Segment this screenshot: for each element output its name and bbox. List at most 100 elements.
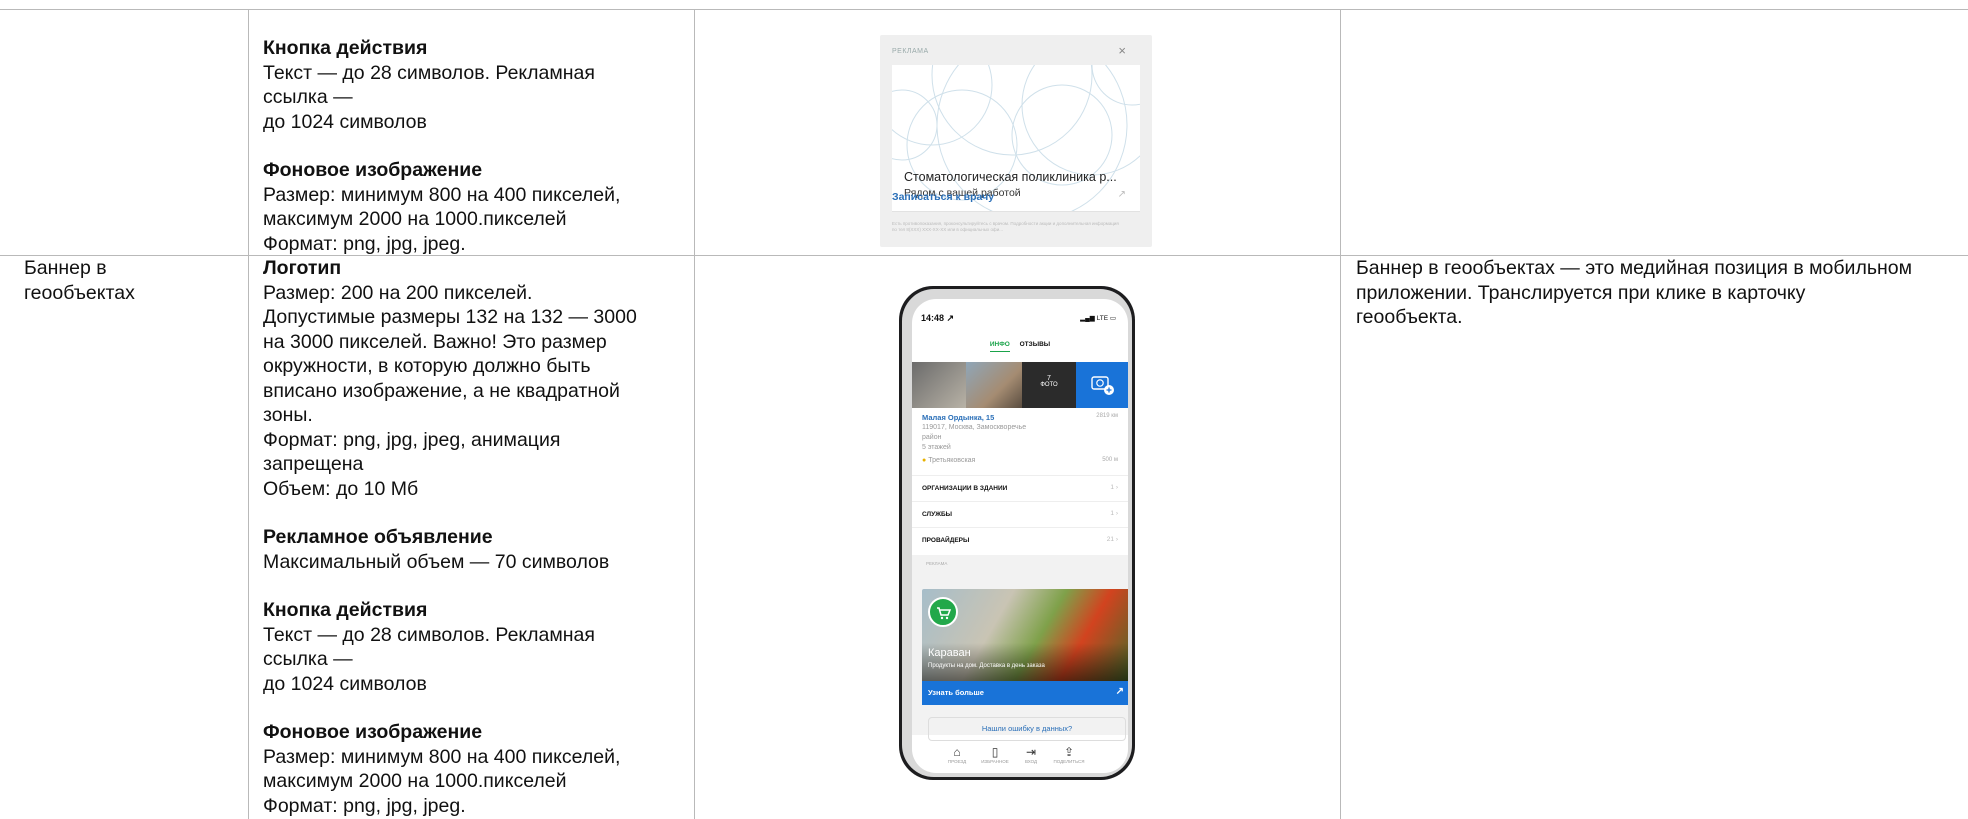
tab-info[interactable]: ИНФО xyxy=(989,341,1010,352)
spec-line: Размер: минимум 800 на 400 пикселей, xyxy=(263,183,621,206)
photo-label: ФОТО xyxy=(1040,382,1058,388)
spec-line: на 3000 пикселей. Важно! Это размер xyxy=(263,330,607,353)
grid-top-line xyxy=(0,9,1968,10)
row-count: 1 › xyxy=(1110,484,1118,491)
building-photo[interactable] xyxy=(966,362,1022,408)
metro-name: Третьяковская xyxy=(928,457,976,464)
status-time: 14:48 ↗ xyxy=(921,313,955,323)
row1-specs: Кнопка действия Текст — до 28 символов. … xyxy=(263,36,683,256)
photo-count-tile[interactable]: 7 ФОТО xyxy=(1022,362,1076,408)
ad-label: РЕКЛАМА xyxy=(892,48,929,55)
row-name-line: геообъектах xyxy=(24,281,135,304)
camera-plus-icon xyxy=(1091,376,1114,395)
spec-line: Максимальный объем — 70 символов xyxy=(263,550,610,573)
external-link-icon: ↗ xyxy=(1117,189,1126,200)
close-icon[interactable]: × xyxy=(1118,43,1126,58)
grid-col-3 xyxy=(1340,9,1341,819)
metro-station: ● Третьяковская xyxy=(922,457,975,464)
metro-icon: ● xyxy=(922,457,927,464)
ad-banner-image[interactable]: Караван Продукты на дом. Доставка в день… xyxy=(922,589,1128,683)
spec-heading: Кнопка действия xyxy=(263,37,428,59)
spec-line: ссылка — xyxy=(263,86,353,108)
list-row-organizations[interactable]: ОРГАНИЗАЦИИ В ЗДАНИИ 1 › xyxy=(912,475,1128,502)
distance: 2819 км xyxy=(1096,413,1118,419)
spec-line: запрещена xyxy=(263,453,364,475)
row-label: ОРГАНИЗАЦИИ В ЗДАНИИ xyxy=(922,485,1008,492)
spec-line: до 1024 символов xyxy=(263,110,427,133)
row-label: СЛУЖБЫ xyxy=(922,511,953,518)
address-link[interactable]: Малая Ордынка, 15 xyxy=(922,413,994,422)
address-line: район xyxy=(922,434,942,441)
spec-line: Формат: png, jpg, jpeg, анимация xyxy=(263,428,561,451)
ad-title: Стоматологическая поликлиника р... xyxy=(904,170,1117,184)
status-network: ▂▄▆ LTE ▭ xyxy=(1080,315,1116,322)
spec-line: Допустимые размеры 132 на 132 — 3000 xyxy=(263,306,637,328)
address-line: 119017, Москва, Замоскворечье xyxy=(922,424,1027,431)
building-photo[interactable] xyxy=(912,362,966,408)
photo-strip[interactable]: 7 ФОТО xyxy=(912,362,1128,408)
row2-name: Баннер в геообъектах xyxy=(24,256,239,305)
network-label: LTE xyxy=(1096,315,1109,322)
ad-cta-button[interactable]: Узнать больше ↗ xyxy=(922,681,1128,705)
spec-line: ссылка — xyxy=(263,648,353,670)
spec-line: Текст — до 28 символов. Рекламная xyxy=(263,61,595,84)
login-icon: ⇥ xyxy=(1025,745,1037,759)
phone-screen: 14:48 ↗ ▂▄▆ LTE ▭ ИНФО ОТЗЫВЫ 7 ФОТО Мал… xyxy=(912,299,1128,773)
ad-action-link[interactable]: Записаться к врачу xyxy=(892,191,994,203)
ad-fine-print: Есть противопоказания, проконсультируйте… xyxy=(892,221,1119,232)
spec-line: максимум 2000 на 1000.пикселей xyxy=(263,770,567,792)
cta-label: Узнать больше xyxy=(928,688,984,697)
spec-line: Размер: 200 на 200 пикселей. xyxy=(263,281,533,304)
ad-preview-inner: Стоматологическая поликлиника р... Рядом… xyxy=(892,65,1140,211)
report-error-link[interactable]: Нашли ошибку в данных? xyxy=(928,717,1126,741)
spec-heading: Фоновое изображение xyxy=(263,159,483,181)
tab-route[interactable]: ⌂ ПРОЕЗД xyxy=(942,745,972,764)
ad-title: Караван xyxy=(928,647,971,659)
spec-line: Объем: до 10 Мб xyxy=(263,477,419,500)
ad-label: РЕКЛАМА xyxy=(926,561,948,566)
tab-favorites[interactable]: ▯ ИЗБРАННОЕ xyxy=(980,745,1010,764)
share-icon: ⇪ xyxy=(1063,745,1075,759)
description-line: приложении. Транслируется при клике в ка… xyxy=(1356,281,1806,304)
grid-col-1 xyxy=(248,9,249,819)
description-line: геообъекта. xyxy=(1356,306,1463,328)
bus-icon: ⌂ xyxy=(953,745,961,759)
spec-line: Текст — до 28 символов. Рекламная xyxy=(263,623,595,646)
ad-preview-card: РЕКЛАМА × Стоматологическая поликлиника … xyxy=(880,35,1152,247)
spec-line: Формат: png, jpg, jpeg. xyxy=(263,794,466,817)
phone-mockup: 14:48 ↗ ▂▄▆ LTE ▭ ИНФО ОТЗЫВЫ 7 ФОТО Мал… xyxy=(899,286,1135,780)
tab-login[interactable]: ⇥ ВХОД xyxy=(1016,745,1046,764)
row-label: ПРОВАЙДЕРЫ xyxy=(922,537,970,544)
spec-heading: Фоновое изображение xyxy=(263,721,483,743)
row2-description: Баннер в геообъектах — это медийная пози… xyxy=(1356,256,1964,330)
bookmark-icon: ▯ xyxy=(991,745,999,759)
spec-line: зоны. xyxy=(263,404,313,426)
spec-heading: Рекламное объявление xyxy=(263,526,493,548)
grid-col-2 xyxy=(694,9,695,819)
spec-line: Формат: png, jpg, jpeg. xyxy=(263,232,466,255)
spec-line: до 1024 символов xyxy=(263,672,427,695)
phone-tabs: ИНФО ОТЗЫВЫ xyxy=(912,341,1128,352)
spec-line: вписано изображение, а не квадратной xyxy=(263,379,620,402)
ad-subtitle: Продукты на дом. Доставка в день заказа xyxy=(928,663,1045,669)
external-link-icon: ↗ xyxy=(1115,686,1124,697)
spec-line: максимум 2000 на 1000.пикселей xyxy=(263,208,567,230)
add-photo-button[interactable] xyxy=(1076,362,1128,408)
row2-specs: Логотип Размер: 200 на 200 пикселей. Доп… xyxy=(263,256,688,818)
cart-icon xyxy=(937,607,952,620)
bottom-tab-bar: ⌂ ПРОЕЗД ▯ ИЗБРАННОЕ ⇥ ВХОД ⇪ ПОДЕЛИТЬСЯ xyxy=(912,743,1128,773)
brand-logo xyxy=(928,597,958,627)
photo-count: 7 xyxy=(1047,375,1051,382)
spec-heading: Кнопка действия xyxy=(263,599,428,621)
spec-line: окружности, в которую должно быть xyxy=(263,355,591,377)
spec-heading: Логотип xyxy=(263,257,342,279)
list-row-services[interactable]: СЛУЖБЫ 1 › xyxy=(912,501,1128,528)
tab-reviews[interactable]: ОТЗЫВЫ xyxy=(1020,341,1051,348)
row-count: 1 › xyxy=(1110,510,1118,517)
list-row-providers[interactable]: ПРОВАЙДЕРЫ 21 › xyxy=(912,527,1128,554)
row-count: 21 › xyxy=(1106,536,1118,543)
tab-share[interactable]: ⇪ ПОДЕЛИТЬСЯ xyxy=(1052,745,1086,764)
row-name-line: Баннер в xyxy=(24,257,107,279)
metro-distance: 500 м xyxy=(1102,457,1118,463)
spec-line: Размер: минимум 800 на 400 пикселей, xyxy=(263,745,621,768)
